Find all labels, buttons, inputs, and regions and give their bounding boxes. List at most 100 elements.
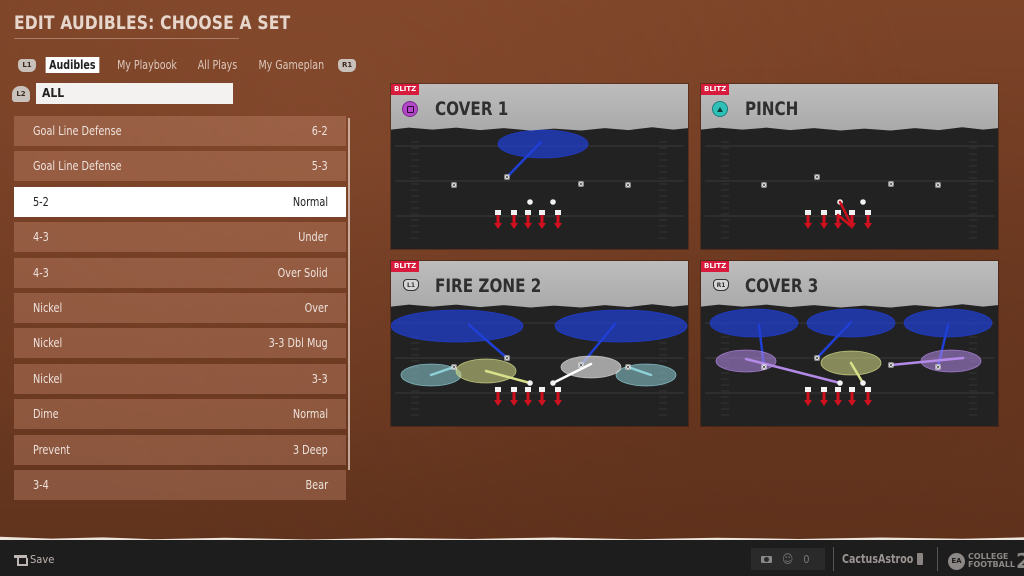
- formation-set: 5-3: [312, 159, 328, 174]
- formation-name: Goal Line Defense: [33, 124, 122, 138]
- triangle-button-icon: [713, 102, 727, 116]
- formation-set: Under: [298, 230, 328, 245]
- footer-divider: [833, 547, 834, 571]
- formation-list-scrollbar[interactable]: [348, 118, 350, 470]
- r1-bumper-icon[interactable]: R1: [338, 58, 357, 72]
- rush-arrowhead: [538, 400, 546, 406]
- defender-marker: [849, 387, 855, 392]
- formation-list-item[interactable]: 4-3 Over Solid: [14, 257, 346, 288]
- linebacker-dot: [550, 380, 556, 386]
- defender-marker: [865, 387, 871, 392]
- category-tabs: L1 Audibles My Playbook All Plays My Gam…: [18, 56, 357, 74]
- linebacker-dot: [860, 199, 866, 205]
- rush-arrowhead: [524, 223, 532, 229]
- party-status: ☺ 0: [751, 548, 825, 570]
- defender-marker: [805, 387, 811, 392]
- l2-trigger-icon[interactable]: L2: [12, 85, 30, 102]
- play-card[interactable]: BLITZ PINCH: [701, 84, 998, 249]
- defender-marker: [821, 387, 827, 392]
- play-card[interactable]: BLITZ COVER 1: [391, 84, 688, 249]
- defender-marker: [555, 210, 561, 215]
- defender-marker: [821, 210, 827, 215]
- profile-icon: [917, 553, 923, 565]
- play-card[interactable]: BLITZ L1 FIRE ZONE 2: [391, 261, 688, 426]
- formation-list-item[interactable]: Goal Line Defense 5-3: [14, 151, 346, 182]
- tab-all-plays[interactable]: All Plays: [194, 57, 241, 73]
- formation-set: Over: [304, 300, 328, 315]
- coverage-zone: [615, 363, 677, 387]
- formation-list-item[interactable]: Goal Line Defense 6-2: [14, 116, 346, 146]
- formation-list-item[interactable]: 4-3 Under: [14, 222, 346, 253]
- defender-marker: [511, 210, 517, 215]
- rush-arrowhead: [864, 400, 872, 406]
- formation-set: 3 Deep: [293, 442, 328, 457]
- play-name: PINCH: [745, 98, 799, 120]
- coverage-zone: [709, 308, 799, 338]
- defender-marker: [805, 210, 811, 215]
- l1-bumper-icon[interactable]: L1: [18, 58, 36, 72]
- blitz-badge: BLITZ: [701, 84, 730, 95]
- formation-list-item[interactable]: Nickel 3-3: [14, 363, 346, 394]
- rush-arrowhead: [834, 223, 842, 229]
- footer-divider: [937, 547, 938, 571]
- formation-name: Nickel: [33, 300, 63, 315]
- ea-logo-icon: EA: [948, 552, 965, 570]
- camera-icon: [761, 555, 772, 563]
- defender-marker: [555, 387, 561, 392]
- formation-set: 3-3: [312, 371, 328, 386]
- rush-arrowhead: [510, 223, 518, 229]
- formation-list-item[interactable]: Dime Normal: [14, 399, 346, 430]
- coverage-zone: [554, 309, 688, 343]
- defender-marker: [525, 210, 531, 215]
- coverage-zone: [391, 309, 524, 343]
- play-name: COVER 3: [745, 275, 819, 297]
- rush-arrowhead: [554, 400, 562, 406]
- r1-bumper-icon: R1: [713, 279, 729, 291]
- rush-arrowhead: [510, 400, 518, 406]
- defender-marker: [849, 210, 855, 215]
- formation-set: Bear: [305, 477, 328, 492]
- linebacker-dot: [860, 380, 866, 386]
- rush-arrowhead: [494, 400, 502, 406]
- coverage-zone: [715, 349, 777, 373]
- defender-marker: [539, 387, 545, 392]
- tab-audibles[interactable]: Audibles: [45, 57, 100, 73]
- formation-filter-select[interactable]: ALL: [36, 83, 233, 104]
- formation-list-item[interactable]: Nickel 3-3 Dbl Mug: [14, 328, 346, 359]
- tab-my-gameplan[interactable]: My Gameplan: [255, 57, 328, 73]
- formation-list-item[interactable]: 3-4 Bear: [14, 469, 346, 500]
- linebacker-dot: [527, 199, 533, 205]
- formation-list-item[interactable]: Prevent 3 Deep: [14, 434, 346, 465]
- touchpad-icon: [14, 555, 28, 566]
- formation-name: Nickel: [33, 371, 63, 386]
- rush-arrowhead: [538, 223, 546, 229]
- formation-set: 6-2: [312, 124, 328, 138]
- game-logo: EA COLLEGE FOOTBALL 25: [948, 549, 1024, 573]
- play-name: COVER 1: [435, 98, 509, 120]
- formation-set: Normal: [292, 407, 328, 422]
- logo-number: 25: [1016, 549, 1024, 573]
- play-card[interactable]: BLITZ R1 COVER 3: [701, 261, 998, 426]
- linebacker-dot: [837, 380, 843, 386]
- rush-arrowhead: [554, 223, 562, 229]
- rush-arrowhead: [864, 223, 872, 229]
- play-name: FIRE ZONE 2: [435, 275, 542, 297]
- rush-arrowhead: [820, 400, 828, 406]
- formation-list-item[interactable]: 5-2 Normal: [14, 186, 346, 217]
- title-underline: [14, 38, 239, 39]
- defender-marker: [835, 387, 841, 392]
- formation-name: Prevent: [33, 442, 71, 457]
- linebacker-dot: [527, 380, 533, 386]
- blitz-badge: BLITZ: [391, 261, 420, 272]
- tab-my-playbook[interactable]: My Playbook: [113, 57, 180, 73]
- formation-name: Dime: [33, 407, 59, 422]
- linebacker-dot: [550, 199, 556, 205]
- formation-list-item[interactable]: Nickel Over: [14, 292, 346, 323]
- square-button-icon: [403, 102, 417, 116]
- page-title: EDIT AUDIBLES: CHOOSE A SET: [14, 12, 291, 34]
- rush-arrowhead: [494, 223, 502, 229]
- formation-name: Goal Line Defense: [33, 159, 122, 174]
- save-button[interactable]: Save: [14, 553, 54, 566]
- coverage-zone: [903, 308, 993, 338]
- blitz-badge: BLITZ: [701, 261, 730, 272]
